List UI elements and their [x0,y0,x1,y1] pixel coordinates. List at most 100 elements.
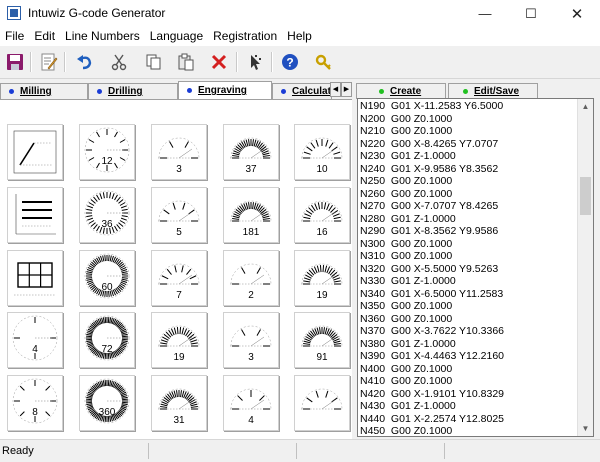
engraving-template-tile[interactable]: 19 [151,312,207,368]
gcode-line: N430 G01 Z-1.0000 [360,400,456,412]
status-text: Ready [2,445,34,457]
tab-calculators[interactable]: Calculators [272,83,332,99]
scroll-down-icon[interactable]: ▼ [578,421,593,436]
gcode-line: N310 G00 Z0.1000 [360,250,453,262]
tab-create[interactable]: Create [356,83,446,99]
tab-dot-icon [187,88,192,93]
toolbar: ? [0,46,600,79]
gcode-output[interactable]: N190 G01 X-11.2583 Y6.5000 N200 G00 Z0.10… [357,98,594,437]
engraving-template-tile[interactable]: 36 [79,187,135,243]
save-icon[interactable] [3,50,27,74]
cut-icon[interactable] [107,50,131,74]
gcode-line: N410 G00 Z0.1000 [360,375,453,387]
tab-edit-save[interactable]: Edit/Save [448,83,538,99]
gcode-line: N300 G00 Z0.1000 [360,237,453,250]
maximize-icon[interactable]: ☐ [508,0,554,27]
engraving-template-tile[interactable]: 3 [223,312,279,368]
copy-icon[interactable] [141,50,165,74]
tile-count-label: 4 [248,415,254,426]
gcode-line: N210 G00 Z0.1000 [360,125,453,137]
gcode-line: N220 G00 X-8.4265 Y7.0707 [360,137,499,150]
tile-count-label: 7 [176,290,182,301]
engraving-template-tile[interactable]: 181 [223,187,279,243]
tab-dot-icon [97,89,102,94]
gcode-line: N250 G00 Z0.1000 [360,175,453,187]
tab-drilling[interactable]: Drilling [88,83,178,99]
gcode-line: N400 G00 Z0.1000 [360,362,453,375]
scroll-thumb[interactable] [580,177,591,215]
edit-icon[interactable] [37,50,61,74]
tile-count-label: 72 [101,344,113,355]
engraving-template-tile[interactable]: 7 [151,250,207,306]
tile-count-label: 91 [316,352,328,363]
menu-language[interactable]: Language [145,27,208,46]
engraving-template-tile[interactable]: 16 [294,187,350,243]
help-icon[interactable]: ? [278,50,302,74]
tile-count-label: 4 [32,344,38,355]
tab-scroll-right-icon[interactable]: ▶ [341,82,352,97]
engraving-template-tile[interactable] [294,375,350,431]
gcode-line: N280 G01 Z-1.0000 [360,212,456,225]
engraving-template-tile[interactable]: 19 [294,250,350,306]
engraving-template-tile[interactable]: 8 [7,375,63,431]
engraving-template-tile[interactable]: 4 [223,375,279,431]
tile-count-label: 12 [101,156,113,167]
engraving-template-tile[interactable]: 360 [79,375,135,431]
menu-help[interactable]: Help [282,27,317,46]
tile-count-label: 60 [101,282,113,293]
gcode-line: N390 G01 X-4.4463 Y12.2160 [360,350,505,362]
engraving-template-tile[interactable]: 37 [223,124,279,180]
menu-edit[interactable]: Edit [29,27,60,46]
menu-line-numbers[interactable]: Line Numbers [60,27,145,46]
engraving-template-tile[interactable]: 4 [7,312,63,368]
gcode-line: N350 G00 Z0.1000 [360,300,453,312]
tile-count-label: 3 [248,352,254,363]
menu-registration[interactable]: Registration [208,27,282,46]
tab-dot-icon [9,89,14,94]
engraving-template-tile[interactable] [7,124,63,180]
gcode-line: N200 G00 Z0.1000 [360,112,453,125]
menu-bar: File Edit Line Numbers Language Registra… [0,27,600,46]
tile-count-label: 31 [173,415,185,426]
scroll-up-icon[interactable]: ▲ [578,99,593,114]
engraving-template-tile[interactable]: 91 [294,312,350,368]
minimize-icon[interactable]: — [462,0,508,27]
mode-tabs: Milling Drilling Engraving Calculators [0,81,354,99]
paste-icon[interactable] [174,50,198,74]
gcode-line: N290 G01 X-8.3562 Y9.9586 [360,225,499,237]
engraving-template-tile[interactable]: 60 [79,250,135,306]
tile-count-label: 36 [101,219,113,230]
gcode-line: N380 G01 Z-1.0000 [360,337,456,350]
engraving-template-tile[interactable] [7,250,63,306]
engraving-template-tile[interactable]: 31 [151,375,207,431]
pointer-icon[interactable] [243,50,267,74]
close-icon[interactable]: ✕ [554,0,600,27]
gcode-line: N240 G01 X-9.9586 Y8.3562 [360,162,499,175]
engraving-template-tile[interactable]: 2 [223,250,279,306]
tile-count-label: 16 [316,227,328,238]
gcode-line: N230 G01 Z-1.0000 [360,150,456,162]
window-title: Intuwiz G-code Generator [28,6,166,20]
tile-count-label: 181 [242,227,260,238]
undo-icon[interactable] [73,50,97,74]
tile-count-label: 19 [173,352,185,363]
engraving-template-tile[interactable]: 72 [79,312,135,368]
gcode-line: N360 G00 Z0.1000 [360,312,453,325]
key-icon[interactable] [312,50,336,74]
engraving-template-tile[interactable]: 5 [151,187,207,243]
tab-milling[interactable]: Milling [0,83,88,99]
engraving-template-tile[interactable] [7,187,63,243]
engraving-template-tile[interactable]: 12 [79,124,135,180]
gcode-line: N270 G00 X-7.0707 Y8.4265 [360,200,499,212]
delete-icon[interactable] [207,50,231,74]
menu-file[interactable]: File [0,27,29,46]
gcode-line: N440 G01 X-2.2574 Y12.8025 [360,412,505,425]
tab-scroll-left-icon[interactable]: ◀ [330,82,341,97]
tile-count-label: 2 [248,290,254,301]
tile-count-label: 360 [98,407,116,418]
engraving-template-tile[interactable]: 3 [151,124,207,180]
vertical-scrollbar[interactable]: ▲ ▼ [577,99,593,436]
tab-engraving[interactable]: Engraving [178,81,272,99]
engraving-template-tile[interactable]: 10 [294,124,350,180]
gcode-line: N370 G00 X-3.7622 Y10.3366 [360,325,505,337]
